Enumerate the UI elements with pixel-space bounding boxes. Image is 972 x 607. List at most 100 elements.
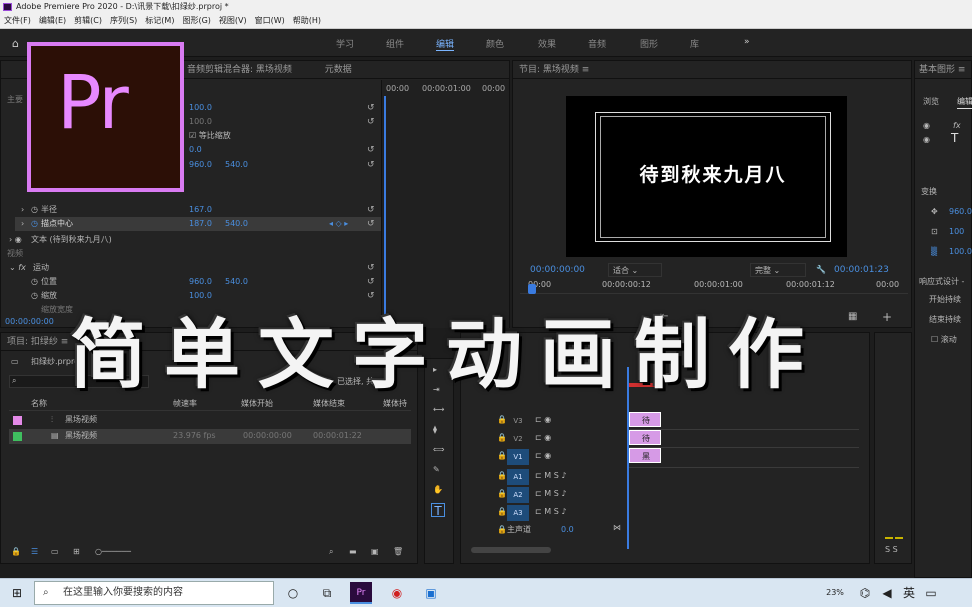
- tab-audio-mixer[interactable]: 音频剪辑混合器: 黑场视频: [187, 65, 292, 75]
- timeline-zoom-scroll[interactable]: [471, 547, 551, 553]
- reset-icon[interactable]: ↺: [367, 205, 377, 215]
- reset-icon[interactable]: ↺: [367, 103, 377, 113]
- layer-eye-icon[interactable]: ◉: [923, 119, 930, 133]
- battery-indicator[interactable]: 23%: [820, 582, 850, 604]
- reset-icon[interactable]: ↺: [367, 277, 377, 287]
- search-icon[interactable]: ⌕: [329, 545, 333, 559]
- param-value[interactable]: 0.0: [189, 143, 202, 157]
- timeline-clip[interactable]: 黑: [629, 448, 661, 463]
- uniform-scale-checkbox[interactable]: ☑ 等比缩放: [189, 129, 231, 143]
- hand-tool-icon[interactable]: ✋: [433, 483, 443, 497]
- razor-tool-icon[interactable]: ⧫: [433, 423, 437, 437]
- timeline-clip[interactable]: 待: [629, 430, 661, 445]
- task-view-icon[interactable]: ⧉: [316, 582, 338, 604]
- stopwatch-icon[interactable]: ◷: [31, 217, 38, 231]
- program-ruler[interactable]: 00:00 00:00:00:12 00:00:01:00 00:00:01:1…: [520, 278, 908, 294]
- app-taskbar-icon[interactable]: ▣: [420, 582, 442, 604]
- taskbar-search-input[interactable]: ⌕ 在这里输入你要搜索的内容: [34, 581, 274, 605]
- volume-icon[interactable]: ◀: [876, 582, 898, 604]
- menu-edit[interactable]: 编辑(E): [39, 14, 66, 28]
- pen-tool-icon[interactable]: ✎: [433, 463, 440, 477]
- param-value[interactable]: 540.0: [225, 158, 248, 172]
- column-media-end[interactable]: 媒体结束: [313, 397, 345, 411]
- icon-view-icon[interactable]: ▭: [51, 545, 59, 559]
- param-value[interactable]: 187.0: [189, 217, 212, 231]
- track-lock-icon[interactable]: 🔒: [497, 431, 507, 445]
- fx-icon[interactable]: ⌄ fx: [9, 261, 26, 275]
- freeform-view-icon[interactable]: ⊞: [73, 545, 80, 559]
- track-label-a3[interactable]: A3: [507, 505, 529, 521]
- menu-graphics[interactable]: 图形(G): [182, 14, 210, 28]
- stopwatch-icon[interactable]: ◷: [31, 275, 38, 289]
- scale-value[interactable]: 100: [949, 225, 964, 239]
- zoom-select[interactable]: 适合 ⌄: [608, 263, 662, 277]
- track-label-a2[interactable]: A2: [507, 487, 529, 503]
- param-value[interactable]: 960.0: [189, 158, 212, 172]
- column-media-start[interactable]: 媒体开始: [241, 397, 273, 411]
- cortana-icon[interactable]: ○: [282, 582, 304, 604]
- keyframe-nav-icon[interactable]: ◂ ◇ ▸: [329, 217, 348, 231]
- track-output-icon[interactable]: ⊏ ◉: [535, 449, 551, 463]
- program-timecode[interactable]: 00:00:00:00: [530, 263, 585, 277]
- param-value[interactable]: 100.0: [189, 101, 212, 115]
- track-lock-icon[interactable]: 🔒: [497, 523, 507, 537]
- workspace-more-button[interactable]: »: [744, 37, 750, 47]
- windows-start-icon[interactable]: ⊞: [6, 582, 28, 604]
- reset-icon[interactable]: ↺: [367, 145, 377, 155]
- position-value[interactable]: 960.0: [949, 205, 972, 219]
- expand-icon[interactable]: ›: [21, 217, 24, 231]
- track-output-icon[interactable]: ⊏ ◉: [535, 431, 551, 445]
- tab-effects[interactable]: 效果: [538, 37, 556, 50]
- track-lock-icon[interactable]: 🔒: [497, 487, 507, 501]
- menu-view[interactable]: 视图(V): [219, 14, 247, 28]
- master-volume[interactable]: 0.0: [561, 523, 574, 537]
- lock-icon[interactable]: 🔒: [11, 545, 21, 559]
- visibility-eye-icon[interactable]: › ◉: [9, 233, 22, 247]
- expand-icon[interactable]: ›: [21, 203, 24, 217]
- slip-tool-icon[interactable]: ⟺: [433, 443, 444, 457]
- roll-checkbox[interactable]: ☐ 滚动: [931, 333, 957, 347]
- track-lock-icon[interactable]: 🔒: [497, 449, 507, 463]
- param-value[interactable]: 960.0: [189, 275, 212, 289]
- effect-timecode[interactable]: 00:00:00:00: [5, 315, 54, 329]
- trash-icon[interactable]: 🗑: [393, 545, 403, 559]
- track-mute-solo-icon[interactable]: ⊏ M S ♪: [535, 469, 566, 483]
- column-fps[interactable]: 帧速率: [173, 397, 197, 411]
- tab-audio[interactable]: 音频: [588, 37, 606, 50]
- quality-select[interactable]: 完整 ⌄: [750, 263, 806, 277]
- home-icon[interactable]: ⌂: [12, 37, 19, 50]
- wrench-icon[interactable]: 🔧: [816, 263, 826, 277]
- tab-learn[interactable]: 学习: [336, 37, 354, 50]
- reset-icon[interactable]: ↺: [367, 219, 377, 229]
- menu-sequence[interactable]: 序列(S): [110, 14, 137, 28]
- essential-graphics-title[interactable]: 基本图形: [919, 65, 955, 75]
- reset-icon[interactable]: ↺: [367, 117, 377, 127]
- menu-file[interactable]: 文件(F): [4, 14, 31, 28]
- panel-menu-icon[interactable]: ≡: [582, 65, 590, 75]
- network-icon[interactable]: ⌬: [854, 582, 876, 604]
- tab-edit[interactable]: 编辑: [957, 95, 972, 109]
- new-bin-icon[interactable]: ▬: [349, 545, 357, 559]
- track-lock-icon[interactable]: 🔒: [497, 413, 507, 427]
- new-item-icon[interactable]: ▣: [371, 545, 379, 559]
- project-row[interactable]: ⫶ 黑场视频: [9, 413, 411, 428]
- tab-assembly[interactable]: 组件: [386, 37, 404, 50]
- track-output-icon[interactable]: ⊏ ◉: [535, 413, 551, 427]
- menu-markers[interactable]: 标记(M): [145, 14, 174, 28]
- premiere-taskbar-icon[interactable]: Pr: [350, 582, 372, 604]
- param-value[interactable]: 167.0: [189, 203, 212, 217]
- layer-eye-icon[interactable]: ◉: [923, 133, 930, 147]
- menu-window[interactable]: 窗口(W): [255, 14, 285, 28]
- track-mute-solo-icon[interactable]: ⊏ M S ♪: [535, 487, 566, 501]
- timeline-clip[interactable]: 待: [629, 412, 661, 427]
- stopwatch-icon[interactable]: ◷: [31, 203, 38, 217]
- track-mute-solo-icon[interactable]: ⊏ M S ♪: [535, 505, 566, 519]
- zoom-slider[interactable]: ○──────: [95, 545, 131, 559]
- notification-icon[interactable]: ▭: [920, 582, 942, 604]
- type-tool-icon[interactable]: T: [431, 503, 445, 518]
- track-lock-icon[interactable]: 🔒: [497, 469, 507, 483]
- project-title[interactable]: 项目: 扣绿纱: [7, 337, 58, 347]
- track-label-v3[interactable]: V3: [507, 413, 529, 429]
- param-value[interactable]: 540.0: [225, 217, 248, 231]
- solo-buttons[interactable]: S S: [885, 543, 898, 557]
